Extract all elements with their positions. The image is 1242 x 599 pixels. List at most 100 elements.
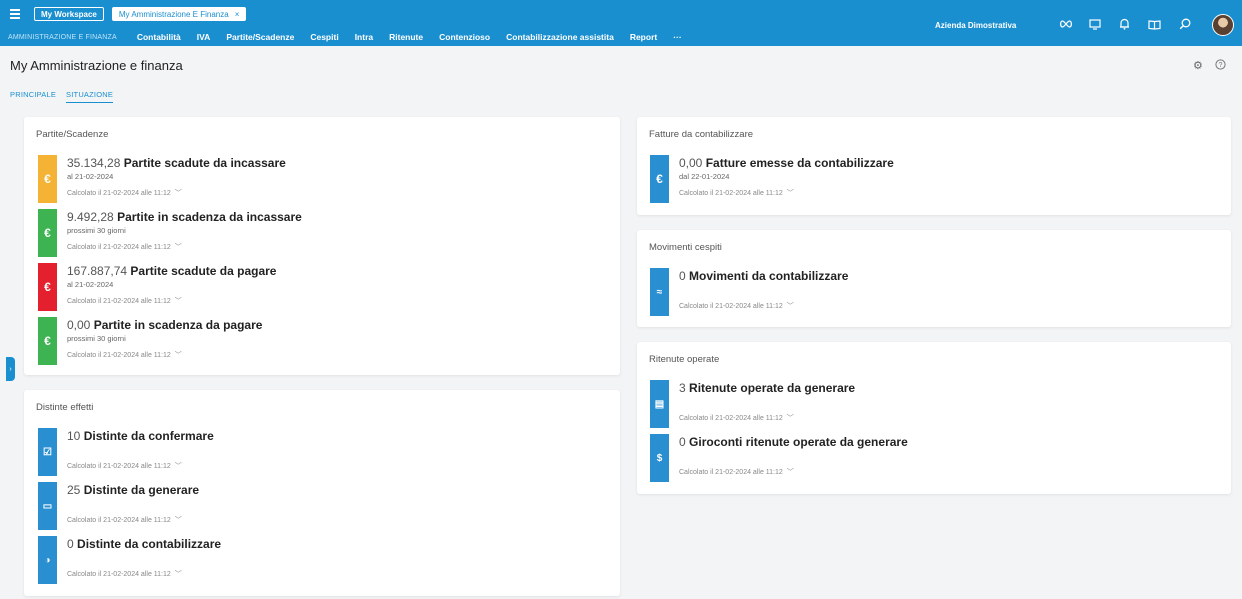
menu-item-more[interactable]: ···	[673, 32, 682, 42]
card-ritenute-operate: Ritenute operate ▤ 3 Ritenute operate da…	[637, 342, 1231, 494]
item-calc-info: Calcolato il 21-02-2024 alle 11:12 ﹀	[67, 296, 182, 306]
tab-my-workspace[interactable]: My Workspace	[34, 7, 104, 21]
item-label: Fatture emesse da contabilizzare	[705, 156, 894, 170]
item-value: 0,00 Partite in scadenza da pagare	[67, 318, 262, 332]
card-title: Distinte effetti	[36, 402, 94, 413]
item-number: 25	[67, 483, 81, 497]
card-fatture: Fatture da contabilizzare € 0,00 Fatture…	[637, 117, 1231, 215]
chevron-down-icon[interactable]: ﹀	[787, 469, 794, 476]
item-value: 0 Distinte da contabilizzare	[67, 537, 221, 551]
bell-icon[interactable]	[1116, 16, 1132, 32]
menu-item-intra[interactable]: Intra	[355, 32, 373, 42]
item-value: 10 Distinte da confermare	[67, 429, 214, 443]
item-calc-info: Calcolato il 21-02-2024 alle 11:12 ﹀	[67, 242, 182, 252]
item-subtitle: dal 22-01-2024	[679, 172, 730, 181]
chevron-down-icon[interactable]: ﹀	[175, 244, 182, 251]
tab-my-amministrazione[interactable]: My Amministrazione E Finanza ×	[111, 7, 247, 21]
chevron-down-icon[interactable]: ﹀	[175, 352, 182, 359]
menu-item-iva[interactable]: IVA	[197, 32, 211, 42]
card-movimenti-cespiti: Movimenti cespiti ≈ 0 Movimenti da conta…	[637, 230, 1231, 327]
workspace-tabs: My Workspace My Amministrazione E Finanz…	[0, 6, 247, 22]
item-value: 0 Movimenti da contabilizzare	[679, 269, 848, 283]
list-item[interactable]: € 0,00 Fatture emesse da contabilizzare …	[650, 155, 1210, 203]
item-number: 0	[67, 537, 74, 551]
hamburger-menu-icon[interactable]	[4, 6, 26, 22]
list-item[interactable]: ▭ 25 Distinte da generare Calcolato il 2…	[38, 482, 598, 530]
item-label: Movimenti da contabilizzare	[689, 269, 849, 283]
list-item[interactable]: ▤ 3 Ritenute operate da generare Calcola…	[650, 380, 1210, 428]
page-title: My Amministrazione e finanza	[10, 58, 183, 73]
item-calc-info: Calcolato il 21-02-2024 alle 11:12 ﹀	[67, 461, 182, 471]
card-title: Ritenute operate	[649, 354, 720, 365]
avatar[interactable]	[1212, 14, 1234, 36]
item-number: 3	[679, 381, 686, 395]
item-value: 0,00 Fatture emesse da contabilizzare	[679, 156, 894, 170]
help-icon[interactable]: ?	[1215, 59, 1226, 73]
chevron-down-icon[interactable]: ﹀	[787, 303, 794, 310]
subtabs: PRINCIPALE SITUAZIONE	[10, 90, 114, 103]
item-calc-info: Calcolato il 21-02-2024 alle 11:12 ﹀	[679, 467, 794, 477]
menu-item-contabilizzazione-assistita[interactable]: Contabilizzazione assistita	[506, 32, 614, 42]
item-value: 9.492,28 Partite in scadenza da incassar…	[67, 210, 302, 224]
document-icon: ▤	[650, 380, 669, 428]
item-value: 25 Distinte da generare	[67, 483, 199, 497]
coin-icon: ◑	[38, 536, 57, 584]
menu-item-report[interactable]: Report	[630, 32, 657, 42]
calc-text: Calcolato il 21-02-2024 alle 11:12	[67, 463, 171, 470]
list-item[interactable]: € 167.887,74 Partite scadute da pagare a…	[38, 263, 598, 311]
monitor-icon[interactable]	[1087, 16, 1103, 32]
infinity-icon[interactable]	[1058, 16, 1074, 32]
card-title: Partite/Scadenze	[36, 129, 109, 140]
item-calc-info: Calcolato il 21-02-2024 alle 11:12 ﹀	[67, 569, 182, 579]
item-number: 0,00	[67, 318, 91, 332]
close-icon[interactable]: ×	[235, 10, 240, 19]
menu-item-ritenute[interactable]: Ritenute	[389, 32, 423, 42]
tab-label: My Amministrazione E Finanza	[118, 9, 229, 19]
list-item[interactable]: ◑ 0 Distinte da contabilizzare Calcolato…	[38, 536, 598, 584]
calc-text: Calcolato il 21-02-2024 alle 11:12	[679, 190, 783, 197]
chevron-down-icon[interactable]: ﹀	[175, 463, 182, 470]
item-number: 0	[679, 269, 686, 283]
sidebar-expand-handle[interactable]: ›	[6, 357, 15, 381]
company-name[interactable]: Azienda Dimostrativa	[935, 21, 1016, 30]
item-label: Distinte da confermare	[83, 429, 214, 443]
list-item[interactable]: € 9.492,28 Partite in scadenza da incass…	[38, 209, 598, 257]
card-title: Fatture da contabilizzare	[649, 129, 754, 140]
app-name: AMMINISTRAZIONE E FINANZA	[8, 33, 117, 41]
item-calc-info: Calcolato il 21-02-2024 alle 11:12 ﹀	[67, 515, 182, 525]
chevron-down-icon[interactable]: ﹀	[175, 517, 182, 524]
chevron-down-icon[interactable]: ﹀	[787, 415, 794, 422]
menu-item-contenzioso[interactable]: Contenzioso	[439, 32, 490, 42]
calc-text: Calcolato il 21-02-2024 alle 11:12	[67, 571, 171, 578]
item-number: 0	[679, 435, 686, 449]
list-item[interactable]: € 35.134,28 Partite scadute da incassare…	[38, 155, 598, 203]
item-subtitle: al 21-02-2024	[67, 172, 114, 181]
book-icon[interactable]	[1146, 16, 1162, 32]
card-title: Movimenti cespiti	[649, 242, 722, 253]
chevron-down-icon[interactable]: ﹀	[175, 571, 182, 578]
item-value: 0 Giroconti ritenute operate da generare	[679, 435, 908, 449]
item-label: Partite in scadenza da incassare	[117, 210, 302, 224]
chevron-down-icon[interactable]: ﹀	[787, 190, 794, 197]
item-value: 3 Ritenute operate da generare	[679, 381, 855, 395]
search-icon[interactable]	[1177, 16, 1193, 32]
item-number: 9.492,28	[67, 210, 114, 224]
chevron-down-icon[interactable]: ﹀	[175, 190, 182, 197]
tab-situazione[interactable]: SITUAZIONE	[66, 90, 114, 103]
card-partite-scadenze: Partite/Scadenze € 35.134,28 Partite sca…	[24, 117, 620, 375]
calc-text: Calcolato il 21-02-2024 alle 11:12	[67, 244, 171, 251]
calc-text: Calcolato il 21-02-2024 alle 11:12	[679, 303, 783, 310]
euro-icon: €	[38, 317, 57, 365]
list-item[interactable]: € 0,00 Partite in scadenza da pagare pro…	[38, 317, 598, 365]
menu-item-cespiti[interactable]: Cespiti	[310, 32, 338, 42]
chevron-down-icon[interactable]: ﹀	[175, 298, 182, 305]
settings-icon[interactable]: ⚙	[1193, 59, 1203, 72]
item-number: 0,00	[679, 156, 703, 170]
menu-item-partite-scadenze[interactable]: Partite/Scadenze	[226, 32, 294, 42]
list-item[interactable]: ≈ 0 Movimenti da contabilizzare Calcolat…	[650, 268, 1210, 316]
item-label: Partite scadute da incassare	[123, 156, 286, 170]
list-item[interactable]: $ 0 Giroconti ritenute operate da genera…	[650, 434, 1210, 482]
list-item[interactable]: ☑ 10 Distinte da confermare Calcolato il…	[38, 428, 598, 476]
tab-principale[interactable]: PRINCIPALE	[10, 90, 56, 103]
menu-item-contabilita[interactable]: Contabilità	[137, 32, 181, 42]
